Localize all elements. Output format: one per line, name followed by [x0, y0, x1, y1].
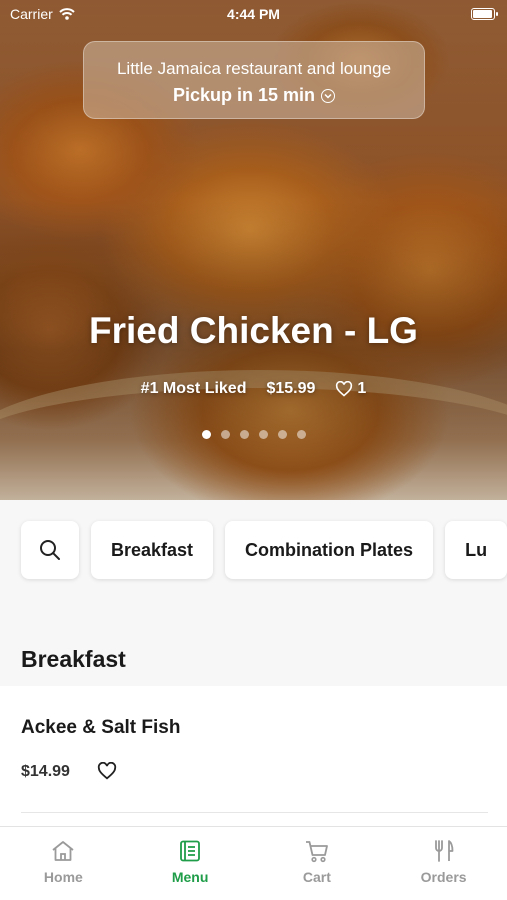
tab-orders[interactable]: Orders — [380, 827, 507, 900]
tab-cart[interactable]: Cart — [254, 827, 381, 900]
home-icon — [52, 841, 74, 861]
most-liked-badge: #1 Most Liked — [140, 380, 247, 397]
search-icon — [40, 540, 60, 560]
featured-hero-image[interactable]: Little Jamaica restaurant and lounge Pic… — [0, 0, 507, 500]
section-title: Breakfast — [21, 646, 126, 672]
carousel-dot[interactable] — [239, 430, 249, 439]
menu-book-icon — [180, 840, 201, 862]
category-bar[interactable]: Breakfast Combination Plates Lu — [21, 521, 507, 579]
featured-likes[interactable]: 1 — [335, 380, 366, 398]
battery-icon — [471, 8, 498, 20]
utensils-icon — [434, 840, 454, 862]
search-button[interactable] — [21, 521, 79, 579]
pickup-time[interactable]: Pickup in 15 min — [84, 85, 424, 106]
cart-icon — [305, 841, 328, 863]
tab-home[interactable]: Home — [0, 827, 127, 900]
category-chip-breakfast[interactable]: Breakfast — [91, 521, 214, 579]
status-bar: Carrier 4:44 PM — [0, 0, 507, 28]
status-time: 4:44 PM — [227, 6, 280, 22]
carousel-page-indicator[interactable] — [0, 430, 507, 439]
carousel-dot[interactable] — [201, 430, 211, 439]
heart-icon — [336, 381, 353, 397]
pickup-label: Pickup in 15 min — [172, 85, 316, 105]
featured-price: $15.99 — [266, 380, 316, 397]
carousel-dot[interactable] — [258, 430, 268, 439]
restaurant-name: Little Jamaica restaurant and lounge — [116, 59, 392, 78]
menu-item[interactable]: Ackee & Salt Fish $14.99 — [0, 686, 507, 826]
likes-count: 1 — [357, 380, 367, 397]
category-chip-combination-plates[interactable]: Combination Plates — [225, 521, 434, 579]
divider — [21, 812, 488, 813]
tab-menu-label: Menu — [171, 869, 209, 885]
tab-orders-label: Orders — [420, 869, 467, 885]
battery-level — [473, 10, 492, 18]
menu-item-price: $14.99 — [21, 763, 70, 780]
menu-item-name: Ackee & Salt Fish — [21, 717, 181, 738]
category-chip-lunch[interactable]: Lu — [445, 521, 507, 579]
restaurant-pickup-selector[interactable]: Little Jamaica restaurant and lounge Pic… — [83, 41, 425, 119]
featured-item-title: Fried Chicken - LG — [89, 310, 418, 351]
tab-bar: Home Menu Cart Orders — [0, 826, 507, 900]
chevron-down-icon — [321, 88, 336, 103]
carousel-dot[interactable] — [277, 430, 287, 439]
tab-menu[interactable]: Menu — [127, 827, 254, 900]
heart-icon[interactable] — [97, 762, 117, 780]
featured-item-meta: #1 Most Liked $15.99 1 — [0, 380, 507, 398]
carousel-dot[interactable] — [220, 430, 230, 439]
carousel-dot[interactable] — [296, 430, 306, 439]
tab-home-label: Home — [43, 869, 83, 885]
tab-cart-label: Cart — [302, 869, 331, 885]
